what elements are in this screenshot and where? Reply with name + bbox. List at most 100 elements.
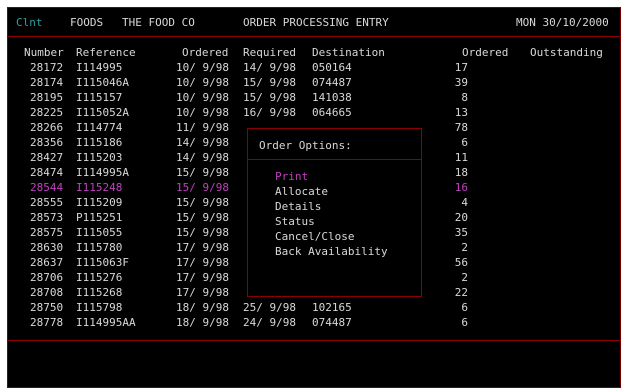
row-reference: I115798 xyxy=(76,301,123,314)
row-ordered-date: 15/ 9/98 xyxy=(176,166,229,179)
row-ordered-qty: 2 xyxy=(461,271,468,284)
menu-item-cancel-close[interactable]: Cancel/Close xyxy=(275,229,354,244)
row-destination: 050164 xyxy=(312,61,352,74)
row-number: 28575 xyxy=(30,226,64,239)
row-reference: I115248 xyxy=(76,181,123,194)
table-row[interactable]: 28225 I115052A 10/ 9/98 16/ 9/98 064665 13 xyxy=(8,105,620,120)
row-reference: I115055 xyxy=(76,226,123,239)
row-number: 28474 xyxy=(30,166,64,179)
table-row[interactable]: 28750 I115798 18/ 9/98 25/ 9/98 102165 6 xyxy=(8,300,620,315)
row-destination: 074487 xyxy=(312,316,352,329)
menu-item-back-availability[interactable]: Back Availability xyxy=(275,244,388,259)
row-reference: I114995AA xyxy=(76,316,136,329)
row-ordered-date: 10/ 9/98 xyxy=(176,76,229,89)
table-row[interactable]: 28195 I115157 10/ 9/98 15/ 9/98 141038 8 xyxy=(8,90,620,105)
row-reference: I115157 xyxy=(76,91,123,104)
row-number: 28172 xyxy=(30,61,64,74)
row-number: 28195 xyxy=(30,91,64,104)
row-reference: I115063F xyxy=(76,256,129,269)
row-required-date: 15/ 9/98 xyxy=(243,76,296,89)
row-reference: I115276 xyxy=(76,271,123,284)
row-required-date: 24/ 9/98 xyxy=(243,316,296,329)
row-ordered-date: 15/ 9/98 xyxy=(176,181,229,194)
row-number: 28266 xyxy=(30,121,64,134)
column-reference: Reference xyxy=(76,46,136,59)
column-required: Required xyxy=(243,46,296,59)
row-number: 28708 xyxy=(30,286,64,299)
row-ordered-qty: 35 xyxy=(454,226,468,239)
row-ordered-date: 11/ 9/98 xyxy=(176,121,229,134)
column-ordered-date: Ordered xyxy=(182,46,229,59)
table-row[interactable]: 28172 I114995 10/ 9/98 14/ 9/98 050164 17 xyxy=(8,60,620,75)
row-reference: I115046A xyxy=(76,76,129,89)
row-ordered-qty: 11 xyxy=(454,151,468,164)
row-ordered-qty: 78 xyxy=(454,121,468,134)
row-ordered-qty: 17 xyxy=(454,61,468,74)
row-destination: 064665 xyxy=(312,106,352,119)
terminal-window: Clnt FOODS THE FOOD CO ORDER PROCESSING … xyxy=(7,7,621,388)
menu-item-allocate[interactable]: Allocate xyxy=(275,184,328,199)
current-date: MON 30/10/2000 xyxy=(516,16,609,29)
order-options-popup: Order Options: Print Allocate Details Statu… xyxy=(247,128,422,297)
row-ordered-qty: 8 xyxy=(461,91,468,104)
row-ordered-date: 10/ 9/98 xyxy=(176,91,229,104)
row-ordered-date: 18/ 9/98 xyxy=(176,301,229,314)
row-destination: 141038 xyxy=(312,91,352,104)
row-ordered-qty: 20 xyxy=(454,211,468,224)
row-number: 28630 xyxy=(30,241,64,254)
row-ordered-date: 17/ 9/98 xyxy=(176,241,229,254)
row-ordered-date: 10/ 9/98 xyxy=(176,61,229,74)
client-label: Clnt xyxy=(16,16,43,29)
row-ordered-date: 14/ 9/98 xyxy=(176,136,229,149)
row-required-date: 25/ 9/98 xyxy=(243,301,296,314)
footer-divider xyxy=(8,340,620,341)
table-row[interactable]: 28174 I115046A 10/ 9/98 15/ 9/98 074487 39 xyxy=(8,75,620,90)
row-number: 28637 xyxy=(30,256,64,269)
row-number: 28544 xyxy=(30,181,64,194)
row-ordered-qty: 6 xyxy=(461,316,468,329)
menu-item-details[interactable]: Details xyxy=(275,199,321,214)
row-reference: I115209 xyxy=(76,196,123,209)
row-required-date: 16/ 9/98 xyxy=(243,106,296,119)
row-reference: I114995A xyxy=(76,166,129,179)
row-ordered-qty: 18 xyxy=(454,166,468,179)
row-reference: I114774 xyxy=(76,121,123,134)
row-ordered-qty: 39 xyxy=(454,76,468,89)
column-number: Number xyxy=(24,46,64,59)
row-destination: 102165 xyxy=(312,301,352,314)
row-number: 28174 xyxy=(30,76,64,89)
row-ordered-date: 17/ 9/98 xyxy=(176,286,229,299)
row-reference: I115780 xyxy=(76,241,123,254)
row-ordered-date: 15/ 9/98 xyxy=(176,211,229,224)
row-required-date: 15/ 9/98 xyxy=(243,91,296,104)
row-reference: I115203 xyxy=(76,151,123,164)
row-reference: I114995 xyxy=(76,61,123,74)
row-ordered-qty: 13 xyxy=(454,106,468,119)
screen-title: ORDER PROCESSING ENTRY xyxy=(243,16,389,29)
row-ordered-qty: 6 xyxy=(461,136,468,149)
row-ordered-date: 10/ 9/98 xyxy=(176,106,229,119)
row-number: 28225 xyxy=(30,106,64,119)
row-ordered-date: 17/ 9/98 xyxy=(176,271,229,284)
row-number: 28427 xyxy=(30,151,64,164)
menu-item-status[interactable]: Status xyxy=(275,214,315,229)
popup-divider xyxy=(248,159,421,160)
row-ordered-date: 15/ 9/98 xyxy=(176,196,229,209)
row-reference: P115251 xyxy=(76,211,123,224)
row-number: 28555 xyxy=(30,196,64,209)
row-ordered-qty: 16 xyxy=(454,181,468,194)
row-ordered-qty: 4 xyxy=(461,196,468,209)
table-row[interactable]: 28778 I114995AA 18/ 9/98 24/ 9/98 074487 6 xyxy=(8,315,620,330)
menu-item-print[interactable]: Print xyxy=(275,169,308,184)
row-ordered-qty: 22 xyxy=(454,286,468,299)
row-ordered-date: 18/ 9/98 xyxy=(176,316,229,329)
row-ordered-qty: 6 xyxy=(461,301,468,314)
column-outstanding: Outstanding xyxy=(530,46,603,59)
row-ordered-date: 17/ 9/98 xyxy=(176,256,229,269)
row-required-date: 14/ 9/98 xyxy=(243,61,296,74)
row-ordered-date: 15/ 9/98 xyxy=(176,226,229,239)
row-number: 28706 xyxy=(30,271,64,284)
popup-title: Order Options: xyxy=(259,139,352,152)
row-ordered-date: 14/ 9/98 xyxy=(176,151,229,164)
row-number: 28778 xyxy=(30,316,64,329)
